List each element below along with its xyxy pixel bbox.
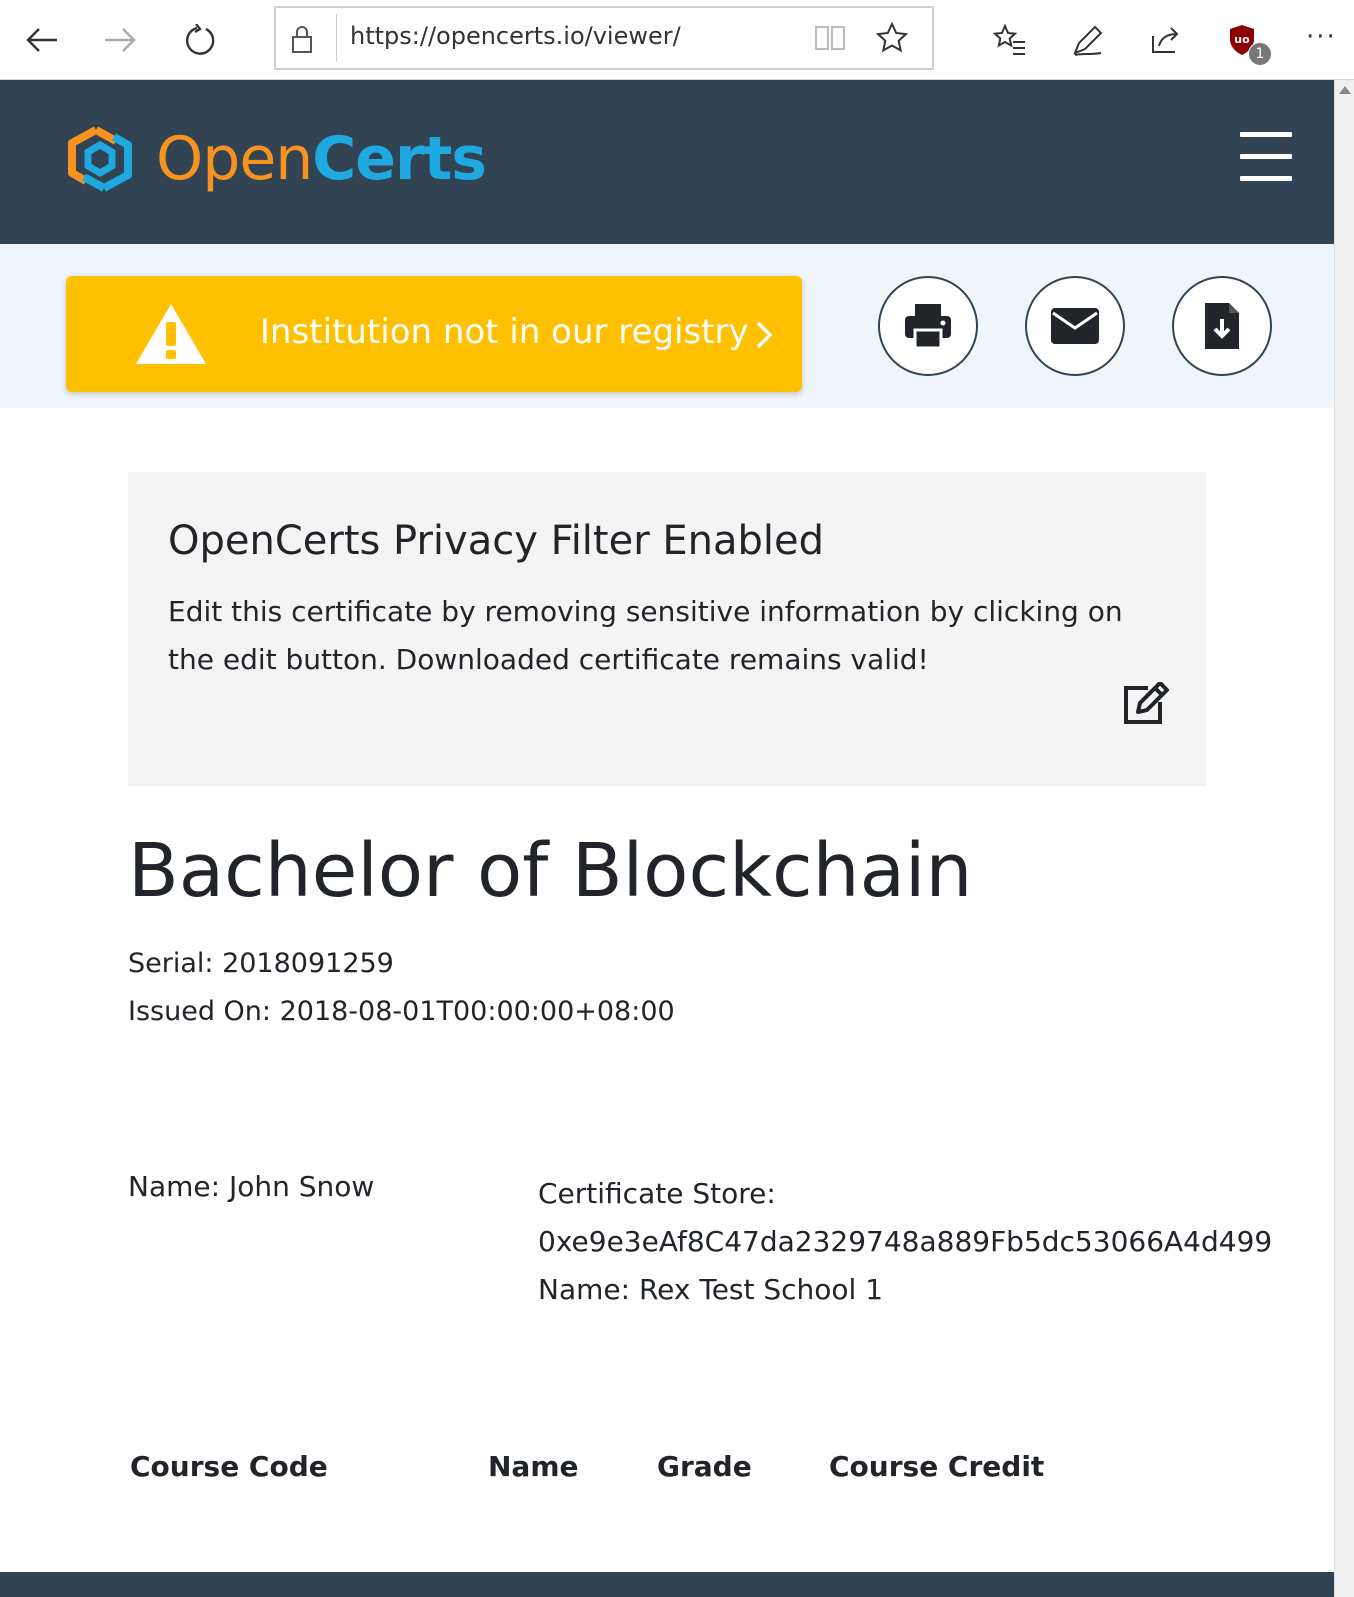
logo-open-text: Open [156,124,313,194]
email-button[interactable] [1025,276,1125,376]
reading-view-icon[interactable] [814,24,846,52]
opencerts-logo-icon [68,126,132,192]
column-header-course-credit: Course Credit [829,1450,1045,1483]
privacy-filter-panel: OpenCerts Privacy Filter Enabled Edit th… [128,472,1206,786]
download-button[interactable] [1172,276,1272,376]
edit-icon[interactable] [1122,682,1170,726]
envelope-icon [1051,308,1099,344]
browser-toolbar: https://opencerts.io/viewer/ uo 1 ··· [0,0,1354,80]
menu-hamburger-icon[interactable] [1240,132,1292,182]
print-button[interactable] [878,276,978,376]
column-header-grade: Grade [657,1450,752,1483]
back-button[interactable] [20,18,64,62]
issuer-details: Certificate Store: 0xe9e3eAf8C47da232974… [538,1170,1272,1314]
hamburger-bar [1240,154,1292,159]
warning-triangle-icon [136,304,206,364]
lock-icon [292,26,312,53]
certificate-serial: Serial: 2018091259 [128,948,394,979]
url-text[interactable]: https://opencerts.io/viewer/ [350,22,681,50]
warning-text: Institution not in our registry [260,312,749,352]
scroll-up-arrow-icon[interactable] [1339,86,1351,94]
favorite-star-icon[interactable] [876,22,908,54]
certificate-status-bar: Institution not in our registry [0,244,1334,408]
pen-icon [1073,25,1103,56]
address-bar[interactable]: https://opencerts.io/viewer/ [274,6,934,70]
site-header: OpenCerts [0,80,1334,244]
institution-warning-button[interactable]: Institution not in our registry [66,276,802,392]
opencerts-logo[interactable]: OpenCerts [66,124,487,194]
issuer-name: Name: Rex Test School 1 [538,1273,884,1306]
privacy-filter-description: Edit this certificate by removing sensit… [168,595,1123,676]
settings-more-button[interactable]: ··· [1306,22,1337,52]
refresh-button[interactable] [178,18,222,62]
logo-wordmark: OpenCerts [156,124,487,194]
svg-text:uo: uo [1234,33,1250,46]
refresh-icon [185,24,215,55]
address-separator [336,14,337,62]
logo-certs-text: Certs [312,124,487,194]
forward-arrow-icon [105,28,136,52]
file-download-icon [1205,303,1239,349]
column-header-course-code: Course Code [130,1450,328,1483]
notes-button[interactable] [1066,18,1110,62]
share-icon [1152,27,1179,53]
page-scrollbar[interactable] [1334,80,1354,1597]
certificate-store-label: Certificate Store: [538,1177,776,1210]
back-arrow-icon [26,28,57,52]
certificate-title: Bachelor of Blockchain [128,828,973,914]
hamburger-bar [1240,176,1292,181]
favorites-list-icon [993,24,1025,55]
column-header-name: Name [488,1450,579,1483]
favorites-hub-button[interactable] [988,18,1032,62]
hamburger-bar [1240,132,1292,137]
chevron-right-icon [756,321,773,349]
extension-badge: 1 [1248,42,1272,66]
site-footer [0,1572,1334,1597]
recipient-name: Name: John Snow [128,1170,375,1203]
certificate-issued-on: Issued On: 2018-08-01T00:00:00+08:00 [128,996,675,1027]
forward-button[interactable] [98,18,142,62]
printer-icon [905,304,951,350]
share-button[interactable] [1144,18,1188,62]
privacy-filter-title: OpenCerts Privacy Filter Enabled [168,518,825,564]
certificate-store-address: 0xe9e3eAf8C47da2329748a889Fb5dc53066A4d4… [538,1225,1273,1258]
